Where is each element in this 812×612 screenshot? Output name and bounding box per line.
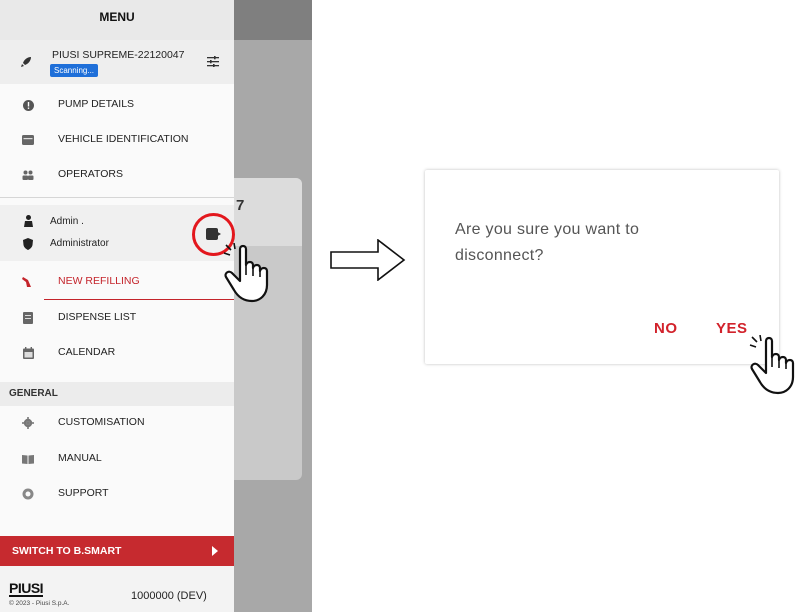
list-icon: [22, 312, 34, 324]
menu-item-label: MANUAL: [58, 452, 102, 464]
user-role: Administrator: [50, 238, 109, 249]
copyright-text: © 2023 - Piusi S.p.A.: [9, 600, 70, 607]
card-icon: [22, 134, 34, 146]
pointing-hand-icon: [749, 335, 795, 395]
pointing-hand-icon: [223, 243, 269, 303]
drawer-footer: PIUSI © 2023 - Piusi S.p.A. 1000000 (DEV…: [0, 566, 234, 612]
people-icon: [22, 169, 34, 181]
switch-to-bsmart-button[interactable]: SWITCH TO B.SMART: [0, 536, 234, 566]
menu-item-label: DISPENSE LIST: [58, 311, 137, 323]
menu-item-label: VEHICLE IDENTIFICATION: [58, 133, 189, 145]
menu-divider: [0, 197, 234, 198]
app-screen: 7 MENU PIUSI SUPREME-22120047 Scanning..…: [0, 0, 312, 612]
switch-label: SWITCH TO B.SMART: [12, 545, 122, 557]
gear-icon: [22, 417, 34, 429]
menu-item-support[interactable]: SUPPORT: [0, 477, 234, 511]
menu-item-pump-details[interactable]: PUMP DETAILS: [0, 88, 234, 122]
lifebuoy-icon: [22, 488, 34, 500]
menu-item-dispense-list[interactable]: DISPENSE LIST: [0, 301, 234, 335]
menu-item-manual[interactable]: MANUAL: [0, 442, 234, 476]
device-row[interactable]: PIUSI SUPREME-22120047 Scanning...: [0, 40, 234, 84]
book-icon: [22, 453, 34, 465]
background-app-header: [234, 0, 312, 40]
dialog-message: Are you sure you want to disconnect?: [455, 221, 640, 264]
piusi-logo: PIUSI: [9, 580, 44, 597]
sliders-icon[interactable]: [207, 55, 219, 67]
background-card-number: 7: [236, 197, 245, 214]
menu-item-operators[interactable]: OPERATORS: [0, 158, 234, 192]
menu-item-label: NEW REFILLING: [58, 275, 140, 287]
menu-title: MENU: [0, 0, 234, 40]
active-item-underline: [44, 299, 234, 300]
menu-item-label: OPERATORS: [58, 168, 123, 180]
disconnect-dialog: Are you sure you want to disconnect? NO …: [425, 170, 779, 364]
menu-item-label: PUMP DETAILS: [58, 98, 135, 110]
rocket-icon: [20, 56, 32, 68]
menu-item-label: CUSTOMISATION: [58, 416, 145, 428]
menu-item-customisation[interactable]: CUSTOMISATION: [0, 406, 234, 440]
menu-item-label: CALENDAR: [58, 346, 116, 358]
section-header-label: GENERAL: [9, 388, 58, 399]
user-name: Admin .: [50, 216, 84, 227]
menu-item-label: SUPPORT: [58, 487, 109, 499]
person-icon: [22, 215, 34, 227]
version-text: 1000000 (DEV): [131, 590, 207, 602]
device-name: PIUSI SUPREME-22120047: [52, 49, 185, 61]
menu-item-new-refilling[interactable]: NEW REFILLING: [0, 265, 234, 299]
menu-item-calendar[interactable]: CALENDAR: [0, 336, 234, 370]
calendar-icon: [22, 347, 34, 359]
right-arrow-icon: [330, 239, 406, 281]
fuel-nozzle-icon: [22, 276, 34, 288]
navigation-drawer: MENU PIUSI SUPREME-22120047 Scanning... …: [0, 0, 234, 612]
yes-button[interactable]: YES: [716, 320, 748, 337]
scanning-badge: Scanning...: [50, 64, 99, 77]
section-header-general: GENERAL: [0, 382, 234, 406]
info-icon: [22, 99, 34, 111]
play-arrow-icon: [212, 546, 218, 556]
no-button[interactable]: NO: [654, 320, 678, 337]
menu-item-vehicle-identification[interactable]: VEHICLE IDENTIFICATION: [0, 123, 234, 157]
shield-icon: [22, 238, 34, 250]
